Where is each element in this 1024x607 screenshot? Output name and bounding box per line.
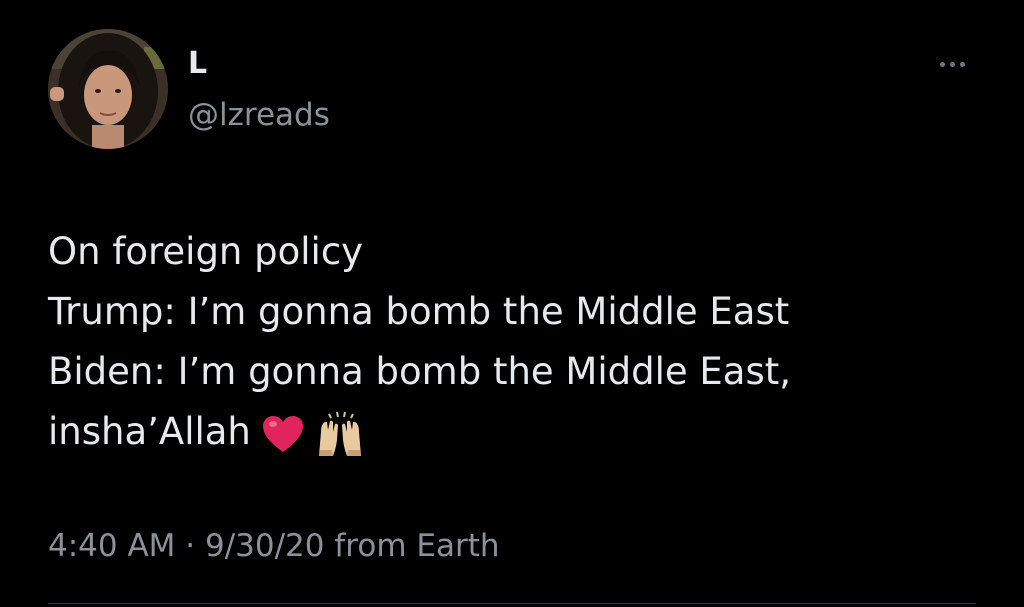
tweet-line: insha’Allah: [48, 410, 251, 453]
tweet-source: from Earth: [334, 528, 500, 564]
tweet-text: On foreign policy Trump: I’m gonna bomb …: [48, 222, 988, 462]
avatar[interactable]: [48, 29, 168, 149]
tweet-last-line: insha’Allah: [48, 402, 988, 462]
red-heart-emoji: [261, 414, 305, 454]
tweet-time[interactable]: 4:40 AM: [48, 528, 175, 564]
tweet-line: Trump: I’m gonna bomb the Middle East: [48, 290, 790, 333]
tweet-line: Biden: I’m gonna bomb the Middle East,: [48, 350, 791, 393]
profile-photo: [48, 29, 168, 149]
display-name[interactable]: L: [188, 46, 207, 82]
tweet-metadata: 4:40 AM · 9/30/20 from Earth: [48, 524, 500, 568]
more-horizontal-icon: [939, 61, 945, 67]
user-handle[interactable]: @lzreads: [188, 96, 330, 134]
divider: [48, 603, 976, 604]
more-horizontal-icon-dot: [959, 61, 965, 67]
tweet-card: L @lzreads On foreign policy Trump: I’m …: [0, 0, 1024, 607]
raising-hands-emoji: [315, 410, 365, 458]
tweet-line: On foreign policy: [48, 230, 364, 273]
tweet-date[interactable]: 9/30/20: [205, 528, 325, 564]
more-horizontal-icon-dot: [949, 61, 955, 67]
more-options-button[interactable]: [930, 52, 974, 76]
meta-separator: ·: [185, 528, 196, 564]
